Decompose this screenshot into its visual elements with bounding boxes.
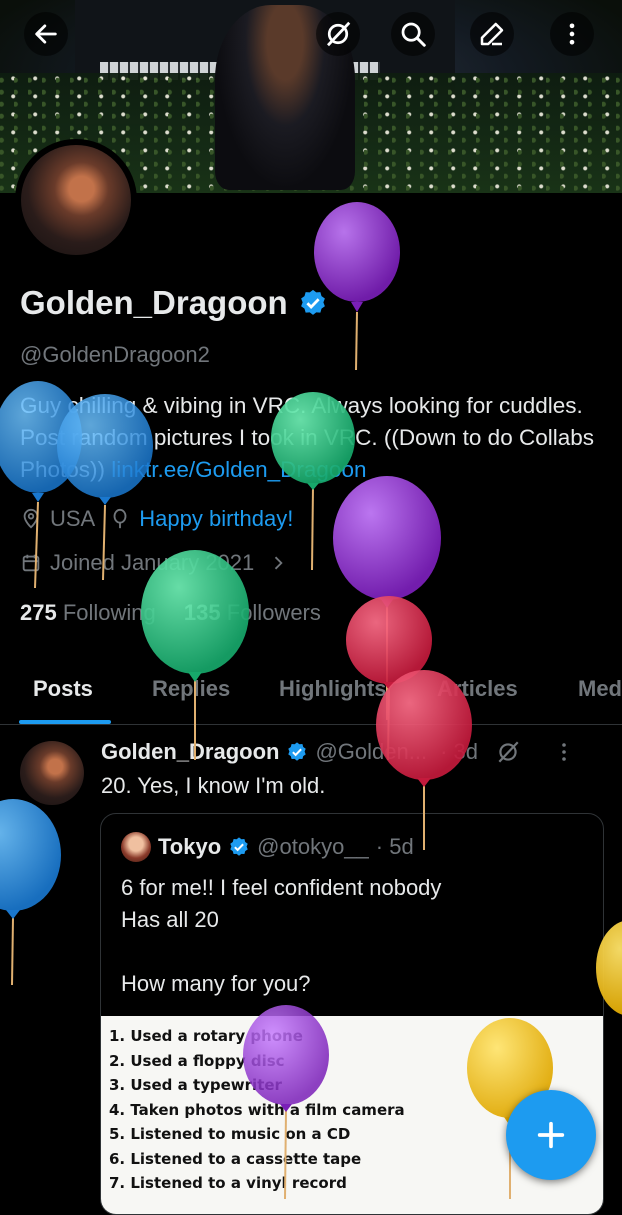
quote-time: · 5d bbox=[375, 834, 414, 859]
display-name-text: Golden_Dragoon bbox=[20, 284, 288, 321]
quote-handle: @otokyo__ bbox=[257, 834, 369, 859]
list-item: 2. Used a floppy disc bbox=[109, 1051, 285, 1070]
search-icon bbox=[401, 22, 426, 47]
quote-line-1: 6 for me!! I feel confident nobody bbox=[121, 875, 442, 900]
post-time: · 3d bbox=[440, 739, 478, 764]
tab-highlights[interactable]: Highlights bbox=[279, 676, 387, 702]
more-vertical-icon bbox=[569, 23, 575, 45]
more-button[interactable] bbox=[550, 12, 594, 56]
joined-text: Joined January 2021 bbox=[50, 550, 255, 575]
hide-button[interactable] bbox=[316, 12, 360, 56]
active-tab-indicator bbox=[19, 720, 111, 724]
tab-replies[interactable]: Replies bbox=[152, 676, 230, 702]
quote-avatar bbox=[121, 832, 151, 862]
balloon-green bbox=[141, 550, 249, 760]
joined-row[interactable]: Joined January 2021 bbox=[20, 550, 288, 576]
profile-tabs: Posts Replies Highlights Articles Media bbox=[0, 664, 622, 725]
calendar-icon bbox=[22, 554, 40, 572]
following-count: 275 bbox=[20, 600, 57, 625]
post-avatar[interactable] bbox=[20, 741, 84, 805]
post-handle: @Golden... bbox=[315, 739, 428, 764]
birthday-link[interactable]: Happy birthday! bbox=[139, 506, 293, 532]
followers-link[interactable]: 135 Followers bbox=[184, 600, 321, 625]
search-button[interactable] bbox=[391, 12, 435, 56]
follow-counts: 275 Following 135 Followers bbox=[20, 600, 321, 626]
quote-author: Tokyo bbox=[158, 834, 222, 859]
profile-avatar[interactable] bbox=[15, 139, 137, 261]
compose-post-button[interactable] bbox=[506, 1090, 596, 1180]
tab-articles[interactable]: Articles bbox=[437, 676, 518, 702]
verified-badge-icon bbox=[300, 289, 325, 315]
bio-link[interactable]: linktr.ee/Golden_Dragoon bbox=[111, 457, 366, 482]
edit-icon bbox=[480, 22, 504, 46]
followers-label: Followers bbox=[226, 600, 321, 625]
post-header: Golden_Dragoon @Golden... · 3d bbox=[101, 739, 576, 765]
location-text: USA bbox=[50, 506, 96, 531]
following-label: Following bbox=[62, 600, 156, 625]
tab-media[interactable]: Media bbox=[578, 676, 622, 702]
hide-icon bbox=[327, 21, 351, 47]
grok-icon[interactable] bbox=[495, 739, 521, 765]
location-icon bbox=[23, 508, 39, 529]
following-link[interactable]: 275 Following bbox=[20, 600, 156, 625]
verified-badge-icon bbox=[230, 837, 248, 856]
quote-text: 6 for me!! I feel confident nobody Has a… bbox=[121, 872, 581, 1000]
followers-count: 135 bbox=[183, 600, 221, 625]
back-button[interactable] bbox=[24, 12, 68, 56]
quote-line-3: How many for you? bbox=[121, 971, 311, 996]
display-name: Golden_Dragoon bbox=[20, 284, 328, 322]
list-item: 1. Used a rotary phone bbox=[109, 1027, 303, 1045]
verified-badge-icon bbox=[288, 742, 307, 761]
edit-button[interactable] bbox=[470, 12, 514, 56]
quote-header: Tokyo @otokyo__ · 5d bbox=[121, 832, 414, 862]
post-author[interactable]: Golden_Dragoon bbox=[101, 739, 279, 765]
quote-line-2: Has all 20 bbox=[121, 907, 219, 932]
profile-bio: Guy chilling & vibing in VRC. Always loo… bbox=[20, 390, 610, 486]
chevron-right-icon bbox=[275, 556, 283, 570]
profile-handle: @GoldenDragoon2 bbox=[20, 342, 210, 367]
post-more-icon[interactable] bbox=[552, 740, 576, 764]
balloon-blue bbox=[0, 799, 61, 986]
post-text: 20. Yes, I know I'm old. bbox=[101, 773, 326, 798]
profile-meta-row: USA Happy birthday! bbox=[20, 506, 293, 532]
plus-icon bbox=[537, 1121, 565, 1149]
balloon-icon bbox=[113, 508, 127, 529]
tab-posts[interactable]: Posts bbox=[33, 676, 93, 702]
list-item: 3. Used a typewriter bbox=[109, 1076, 282, 1094]
arrow-left-icon bbox=[35, 24, 57, 44]
avatar-image bbox=[21, 145, 131, 255]
